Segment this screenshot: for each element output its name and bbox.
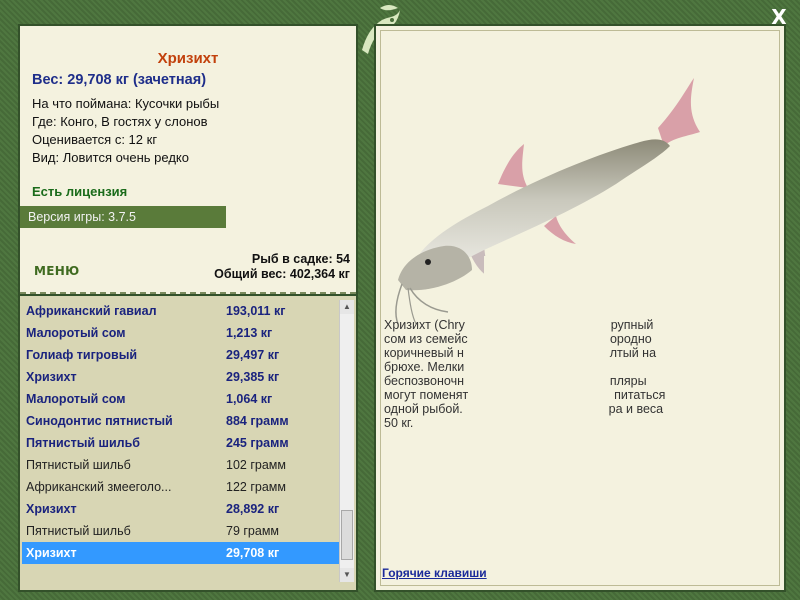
fish-title: Хризихт: [157, 50, 219, 67]
description-line: сом из семейс ородно: [384, 332, 652, 346]
catch-row[interactable]: Пятнистый шильб 79 грамм: [22, 520, 340, 542]
catch-name: Синодонтис пятнистый: [26, 414, 173, 428]
catch-row[interactable]: Синодонтис пятнистый 884 грамм: [22, 410, 340, 432]
catch-weight: 29,385 кг: [226, 370, 280, 384]
fish-detail-panel: Хризихт (Chry рупный сом из семейс ородно…: [374, 24, 786, 592]
catch-weight: 245 грамм: [226, 436, 289, 450]
description-line: Хризихт (Chry рупный: [384, 318, 654, 332]
catch-weight: 29,497 кг: [226, 348, 280, 362]
fish-description: Хризихт (Chry рупный сом из семейс ородно…: [384, 318, 736, 430]
divider: [20, 292, 356, 294]
catch-row[interactable]: Малоротый сом 1,064 кг: [22, 388, 340, 410]
catch-weight: 193,011 кг: [226, 304, 286, 318]
catch-name: Пятнистый шильб: [26, 524, 131, 538]
catch-weight: 884 грамм: [226, 414, 289, 428]
fish-rated: Оценивается с: 12 кг: [32, 132, 158, 147]
fish-kind: Вид: Ловится очень редко: [32, 150, 189, 165]
catch-row[interactable]: Голиаф тигровый 29,497 кг: [22, 344, 340, 366]
license-status: Есть лицензия: [32, 184, 128, 199]
catch-row[interactable]: Хризихт 28,892 кг: [22, 498, 340, 520]
fish-info-panel: Хризихт Вес: 29,708 кг (зачетная) На что…: [18, 24, 358, 296]
catch-row[interactable]: Хризихт 29,708 кг: [22, 542, 340, 564]
catch-name: Африканский змееголо...: [26, 480, 172, 494]
fish-weight: Вес: 29,708 кг (зачетная): [32, 72, 207, 88]
catch-name: Хризихт: [26, 546, 77, 560]
catch-weight: 1,064 кг: [226, 392, 273, 406]
scroll-thumb[interactable]: [341, 510, 353, 560]
catch-row[interactable]: Африканский змееголо... 122 грамм: [22, 476, 340, 498]
catch-name: Пятнистый шильб: [26, 458, 131, 472]
catch-weight: 79 грамм: [226, 524, 280, 538]
catch-name: Голиаф тигровый: [26, 348, 138, 362]
catch-list[interactable]: Африканский гавиал 193,011 кг Малоротый со…: [22, 300, 340, 564]
scroll-down-icon[interactable]: ▼: [340, 568, 354, 582]
game-version: Версия игры: 3.7.5: [20, 206, 226, 228]
description-line: беспозвоночн пляры: [384, 374, 647, 388]
catch-row[interactable]: Малоротый сом 1,213 кг: [22, 322, 340, 344]
fish-image: [395, 78, 748, 326]
catch-name: Хризихт: [26, 502, 77, 516]
catch-name: Африканский гавиал: [26, 304, 157, 318]
catch-row[interactable]: Хризихт 29,385 кг: [22, 366, 340, 388]
scroll-up-icon[interactable]: ▲: [340, 300, 354, 314]
description-line: коричневый н лтый на: [384, 346, 657, 360]
catch-name: Малоротый сом: [26, 392, 126, 406]
catch-row[interactable]: Пятнистый шильб 245 грамм: [22, 432, 340, 454]
catch-list-scrollbar[interactable]: ▲ ▼: [339, 300, 354, 582]
fish-count: Рыб в садке: 54: [251, 252, 350, 266]
hotkeys-link[interactable]: Горячие клавиши: [382, 566, 487, 580]
catch-name: Хризихт: [26, 370, 77, 384]
catch-stats: Рыб в садке: 54 Общий вес: 402,364 кг: [214, 252, 350, 282]
catch-row[interactable]: Пятнистый шильб 102 грамм: [22, 454, 340, 476]
menu-button[interactable]: МЕНЮ: [34, 264, 79, 278]
fish-bait: На что поймана: Кусочки рыбы: [32, 96, 220, 111]
total-weight: Общий вес: 402,364 кг: [214, 267, 350, 281]
description-line: 50 кг.: [384, 416, 414, 430]
description-line: одной рыбой. ра и веса: [384, 402, 664, 416]
catch-weight: 1,213 кг: [226, 326, 273, 340]
catch-weight: 122 грамм: [226, 480, 286, 494]
catch-name: Малоротый сом: [26, 326, 126, 340]
description-line: могут поменят питаться: [384, 388, 666, 402]
catch-name: Пятнистый шильб: [26, 436, 140, 450]
fish-place: Где: Конго, В гостях у слонов: [32, 114, 208, 129]
catch-weight: 102 грамм: [226, 458, 286, 472]
description-line: брюхе. Мелки: [384, 360, 465, 374]
catch-row[interactable]: Африканский гавиал 193,011 кг: [22, 300, 340, 322]
catch-weight: 29,708 кг: [226, 546, 280, 560]
catch-list-panel: Африканский гавиал 193,011 кг Малоротый со…: [18, 296, 358, 592]
catch-weight: 28,892 кг: [226, 502, 280, 516]
